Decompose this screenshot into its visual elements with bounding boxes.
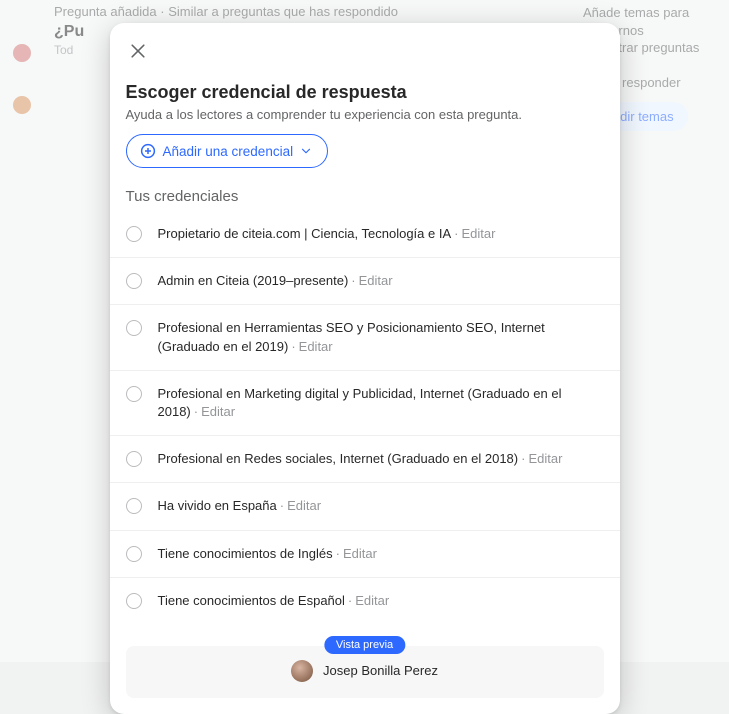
radio-select[interactable] — [126, 386, 142, 402]
radio-select[interactable] — [126, 451, 142, 467]
credential-edit-link[interactable]: Editar — [343, 546, 377, 561]
add-credential-button[interactable]: Añadir una credencial — [126, 134, 329, 168]
dot-sep: · — [348, 593, 352, 608]
credential-item[interactable]: Ha vivido en España·Editar — [110, 483, 620, 530]
credential-text: Tiene conocimientos de Inglés·Editar — [158, 545, 604, 563]
radio-select[interactable] — [126, 273, 142, 289]
dot-sep: · — [521, 451, 525, 466]
dot-sep: · — [194, 404, 198, 419]
close-button[interactable] — [126, 39, 150, 63]
radio-select[interactable] — [126, 546, 142, 562]
credential-label: Profesional en Redes sociales, Internet … — [158, 451, 519, 466]
modal-overlay: Escoger credencial de respuesta Ayuda a … — [0, 0, 729, 662]
credential-text: Propietario de citeia.com | Ciencia, Tec… — [158, 225, 604, 243]
plus-circle-icon — [139, 142, 157, 160]
credential-edit-link[interactable]: Editar — [201, 404, 235, 419]
dot-sep: · — [454, 226, 458, 241]
radio-select[interactable] — [126, 226, 142, 242]
modal-title-block: Escoger credencial de respuesta Ayuda a … — [110, 74, 620, 122]
credential-text: Profesional en Marketing digital y Publi… — [158, 385, 604, 421]
credential-text: Admin en Citeia (2019–presente)· Editar — [158, 272, 604, 290]
credential-label: Tiene conocimientos de Inglés — [158, 546, 333, 561]
credential-text: Profesional en Herramientas SEO y Posici… — [158, 319, 604, 355]
credential-item[interactable]: Profesional en Redes sociales, Internet … — [110, 436, 620, 483]
credential-label: Profesional en Herramientas SEO y Posici… — [158, 320, 545, 353]
dot-sep: · — [336, 546, 340, 561]
dot-sep: · — [351, 273, 355, 288]
modal-title: Escoger credencial de respuesta — [126, 82, 604, 103]
preview-pill: Vista previa — [324, 636, 405, 654]
credential-label: Admin en Citeia (2019–presente) — [158, 273, 349, 288]
dot-sep: · — [291, 339, 295, 354]
credential-edit-link[interactable]: Editar — [299, 339, 333, 354]
radio-select[interactable] — [126, 498, 142, 514]
credential-text: Ha vivido en España·Editar — [158, 497, 604, 515]
radio-select[interactable] — [126, 320, 142, 336]
credentials-list: Propietario de citeia.com | Ciencia, Tec… — [110, 211, 620, 624]
credential-edit-link[interactable]: Editar — [461, 226, 495, 241]
credential-item[interactable]: Propietario de citeia.com | Ciencia, Tec… — [110, 211, 620, 258]
credential-item[interactable]: Profesional en Marketing digital y Publi… — [110, 371, 620, 436]
credential-item[interactable]: Profesional en Herramientas SEO y Posici… — [110, 305, 620, 370]
modal-header — [110, 23, 620, 74]
add-credential-label: Añadir una credencial — [163, 144, 294, 159]
credential-edit-link[interactable]: Editar — [355, 593, 389, 608]
modal-subtitle: Ayuda a los lectores a comprender tu exp… — [126, 107, 604, 122]
credential-item[interactable]: Tiene conocimientos de Inglés·Editar — [110, 531, 620, 578]
close-icon — [128, 41, 148, 61]
dot-sep: · — [280, 498, 284, 513]
credential-edit-link[interactable]: Editar — [287, 498, 321, 513]
preview-user-name: Josep Bonilla Perez — [323, 663, 438, 678]
credential-item[interactable]: Tiene conocimientos de Español·Editar — [110, 578, 620, 624]
credential-edit-link[interactable]: Editar — [528, 451, 562, 466]
credential-label: Tiene conocimientos de Español — [158, 593, 345, 608]
your-credentials-label: Tus credenciales — [110, 188, 620, 205]
credential-label: Ha vivido en España — [158, 498, 277, 513]
credential-label: Propietario de citeia.com | Ciencia, Tec… — [158, 226, 452, 241]
credential-edit-link[interactable]: Editar — [359, 273, 393, 288]
credential-item[interactable]: Admin en Citeia (2019–presente)· Editar — [110, 258, 620, 305]
avatar — [291, 660, 313, 682]
credential-text: Profesional en Redes sociales, Internet … — [158, 450, 604, 468]
credential-text: Tiene conocimientos de Español·Editar — [158, 592, 604, 610]
radio-select[interactable] — [126, 593, 142, 609]
preview-box: Vista previa Josep Bonilla Perez — [126, 646, 604, 698]
chevron-down-icon — [299, 144, 313, 158]
credential-modal: Escoger credencial de respuesta Ayuda a … — [110, 23, 620, 714]
